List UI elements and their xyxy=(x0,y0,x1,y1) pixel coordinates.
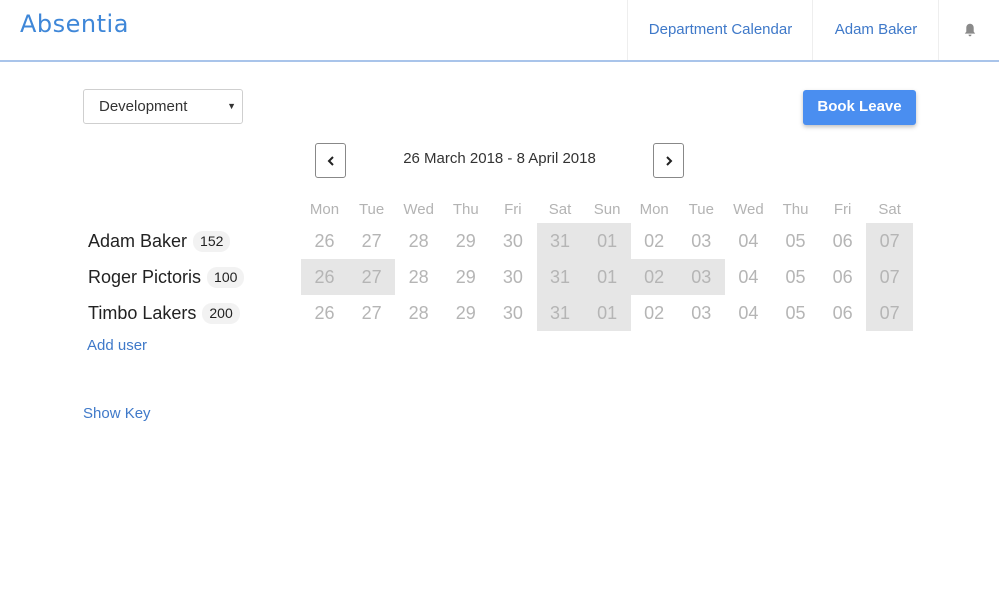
calendar-day-cell[interactable]: 04 xyxy=(725,223,772,259)
calendar-day-cell[interactable]: 01 xyxy=(583,295,631,331)
day-header: Sat xyxy=(878,201,901,218)
calendar-day-cell[interactable]: 07 xyxy=(866,259,914,295)
chevron-left-icon xyxy=(327,156,334,166)
calendar-day-cell[interactable]: 26 xyxy=(301,259,348,295)
calendar-day-cell[interactable]: 06 xyxy=(819,295,866,331)
calendar-day-cell[interactable]: 06 xyxy=(819,259,866,295)
days-count-badge: 152 xyxy=(193,231,231,252)
day-header: Thu xyxy=(782,201,809,218)
calendar-day-cell[interactable]: 28 xyxy=(395,295,442,331)
calendar-day-cell[interactable]: 29 xyxy=(442,223,489,259)
calendar-day-cell[interactable]: 27 xyxy=(348,223,395,259)
calendar-day-cell[interactable]: 31 xyxy=(536,223,584,259)
show-key-link[interactable]: Show Key xyxy=(83,405,151,422)
add-user-link[interactable]: Add user xyxy=(87,337,147,354)
day-header: Thu xyxy=(452,201,479,218)
next-period-button[interactable] xyxy=(653,143,684,178)
calendar-day-cell[interactable]: 29 xyxy=(442,259,489,295)
calendar-day-cell[interactable]: 01 xyxy=(583,223,631,259)
calendar-day-cell[interactable]: 27 xyxy=(348,259,396,295)
calendar-day-cell[interactable]: 02 xyxy=(631,295,678,331)
calendar-day-cell[interactable]: 02 xyxy=(630,259,678,295)
user-row-name[interactable]: Adam Baker 152 xyxy=(88,231,231,252)
calendar-day-cell[interactable]: 03 xyxy=(678,295,725,331)
calendar-day-cell[interactable]: 26 xyxy=(301,223,348,259)
calendar-day-cell[interactable]: 05 xyxy=(772,295,819,331)
nav-department-calendar[interactable]: Department Calendar xyxy=(627,0,813,60)
day-header: Mon xyxy=(639,201,669,218)
day-header: Tue xyxy=(358,201,385,218)
department-select-value: Development xyxy=(99,98,188,115)
department-select[interactable]: Development ▼ xyxy=(83,89,243,124)
calendar-day-cell[interactable]: 28 xyxy=(395,259,442,295)
day-header: Wed xyxy=(403,201,434,218)
days-count-badge: 100 xyxy=(207,267,245,288)
calendar-day-cell[interactable]: 07 xyxy=(866,295,914,331)
calendar-day-cell[interactable]: 30 xyxy=(489,295,536,331)
calendar-day-cell[interactable]: 26 xyxy=(301,295,348,331)
top-header: Absentia Department Calendar Adam Baker xyxy=(0,0,999,62)
user-name: Roger Pictoris xyxy=(88,267,202,287)
calendar-day-cell[interactable]: 04 xyxy=(725,295,772,331)
nav-user-menu[interactable]: Adam Baker xyxy=(812,0,939,60)
day-header: Tue xyxy=(688,201,714,218)
user-row-name[interactable]: Roger Pictoris 100 xyxy=(88,267,245,288)
user-name: Timbo Lakers xyxy=(88,303,197,323)
calendar-day-cell[interactable]: 27 xyxy=(348,295,395,331)
calendar-day-cell[interactable]: 06 xyxy=(819,223,866,259)
day-header: Sat xyxy=(548,201,572,218)
calendar-day-cell[interactable]: 30 xyxy=(489,223,536,259)
date-range-label: 26 March 2018 - 8 April 2018 xyxy=(403,150,596,167)
calendar-day-cell[interactable]: 05 xyxy=(772,223,819,259)
chevron-down-icon: ▼ xyxy=(227,101,236,111)
calendar-day-cell[interactable]: 04 xyxy=(725,259,772,295)
day-header: Wed xyxy=(733,201,764,218)
user-name: Adam Baker xyxy=(88,231,188,251)
calendar-day-cell[interactable]: 30 xyxy=(489,259,536,295)
bell-icon xyxy=(964,23,976,37)
calendar-day-cell[interactable]: 07 xyxy=(866,223,914,259)
book-leave-button[interactable]: Book Leave xyxy=(803,90,916,125)
calendar-day-cell[interactable]: 29 xyxy=(442,295,489,331)
day-header: Fri xyxy=(833,201,852,218)
calendar-day-cell[interactable]: 01 xyxy=(583,259,631,295)
calendar-day-cell[interactable]: 03 xyxy=(677,259,725,295)
brand-logo[interactable]: Absentia xyxy=(20,10,129,38)
calendar-day-cell[interactable]: 28 xyxy=(395,223,442,259)
day-header: Sun xyxy=(593,201,621,218)
notifications-button[interactable] xyxy=(938,0,999,60)
calendar-day-cell[interactable]: 02 xyxy=(631,223,678,259)
day-header: Fri xyxy=(504,201,522,218)
calendar-day-cell[interactable]: 03 xyxy=(678,223,725,259)
calendar-day-cell[interactable]: 31 xyxy=(536,259,584,295)
chevron-right-icon xyxy=(665,156,672,166)
previous-period-button[interactable] xyxy=(315,143,346,178)
calendar-day-cell[interactable]: 05 xyxy=(772,259,819,295)
user-row-name[interactable]: Timbo Lakers 200 xyxy=(88,303,240,324)
day-header: Mon xyxy=(309,201,340,218)
days-count-badge: 200 xyxy=(202,303,240,324)
calendar-day-cell[interactable]: 31 xyxy=(536,295,584,331)
